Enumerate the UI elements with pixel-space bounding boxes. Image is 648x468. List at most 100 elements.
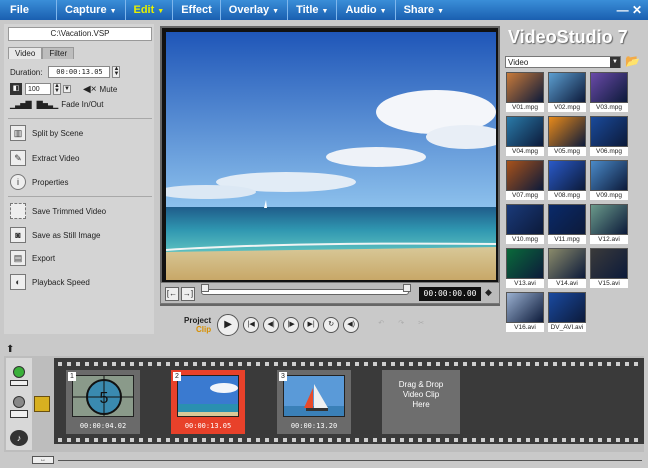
- extract-video-button[interactable]: ✎ Extract Video: [10, 150, 79, 166]
- svg-text:5: 5: [100, 390, 109, 407]
- play-button[interactable]: ▶: [217, 314, 240, 336]
- library-thumbnail[interactable]: V09.mpg: [590, 160, 628, 200]
- fade-in-icon[interactable]: ▁▃▅▇: [10, 100, 32, 109]
- library-thumbnail[interactable]: V05.mpg: [548, 116, 586, 156]
- timecode-stepper[interactable]: ◆: [485, 287, 492, 298]
- storyboard-clip[interactable]: 3 00:00:13.20: [277, 370, 351, 434]
- menu-capture[interactable]: Capture ▼: [56, 0, 125, 20]
- clip-duration: 00:00:13.20: [290, 422, 338, 430]
- library-thumbnail[interactable]: V08.mpg: [548, 160, 586, 200]
- speaker-icon[interactable]: ◧: [10, 83, 22, 95]
- split-by-scene-button[interactable]: ▥ Split by Scene: [10, 125, 83, 141]
- library-thumbnail[interactable]: V12.avi: [590, 204, 628, 244]
- film-perforation: [58, 362, 642, 366]
- file-menu[interactable]: File: [0, 0, 56, 20]
- library-thumbnail[interactable]: V06.mpg: [590, 116, 628, 156]
- thumbnail-label: V12.avi: [590, 235, 628, 244]
- export-button[interactable]: ▤ Export: [10, 250, 55, 266]
- divider: [8, 118, 152, 119]
- menu-audio[interactable]: Audio ▼: [336, 0, 394, 20]
- thumbnail-label: V09.mpg: [590, 191, 628, 200]
- library-thumbnail[interactable]: V13.avi: [506, 248, 544, 288]
- library-thumbnail[interactable]: V07.mpg: [506, 160, 544, 200]
- clip-number: 3: [279, 372, 287, 381]
- save-trimmed-video-button[interactable]: Save Trimmed Video: [10, 203, 106, 219]
- volume-dropdown[interactable]: ▼: [63, 85, 71, 93]
- thumbnail-image: [590, 72, 628, 103]
- film-perforation: [58, 438, 642, 442]
- folder-icon[interactable]: 📂: [625, 54, 640, 68]
- home-button[interactable]: |◀: [243, 317, 260, 333]
- menu-overlay[interactable]: Overlay ▼: [219, 0, 287, 20]
- chevron-down-icon: ▼: [157, 8, 165, 15]
- mark-in-button[interactable]: [←: [165, 287, 179, 301]
- previous-frame-button[interactable]: ◀|: [263, 317, 280, 333]
- thumbnail-image: [590, 116, 628, 147]
- clip-label: Clip: [196, 325, 212, 334]
- clip-thumbnail: [283, 375, 345, 417]
- volume-field[interactable]: 100: [25, 83, 51, 95]
- duration-field[interactable]: 00:00:13.05: [48, 66, 111, 78]
- library-thumbnail[interactable]: V14.avi: [548, 248, 586, 288]
- clip-number: 1: [68, 372, 76, 381]
- menu-share[interactable]: Share ▼: [394, 0, 453, 20]
- end-button[interactable]: ▶|: [303, 317, 320, 333]
- zoom-to-fit-button[interactable]: ↔: [32, 456, 54, 464]
- drop-zone[interactable]: Drag & Drop Video Clip Here: [382, 370, 460, 434]
- duration-stepper[interactable]: ▲ ▼: [112, 66, 121, 78]
- library-thumbnail[interactable]: V10.mpg: [506, 204, 544, 244]
- beach-thumbnail-image: [178, 376, 238, 416]
- volume-stepper[interactable]: ▲ ▼: [53, 83, 61, 95]
- repeat-button[interactable]: ↻: [323, 317, 340, 333]
- library-thumbnail[interactable]: V15.avi: [590, 248, 628, 288]
- end-trim-handle[interactable]: [403, 284, 411, 292]
- scissors-button[interactable]: ✂: [413, 317, 429, 333]
- preview-window: [160, 26, 500, 306]
- library-category-select[interactable]: Video ▼: [505, 56, 621, 68]
- save-still-image-button[interactable]: ◙ Save as Still Image: [10, 227, 100, 243]
- mute-icon[interactable]: ◀×: [83, 84, 97, 95]
- timeline-icon: [10, 410, 28, 418]
- arrow-up-icon[interactable]: ⬆: [6, 344, 18, 356]
- playback-speed-label: Playback Speed: [32, 277, 90, 287]
- window-controls[interactable]: — ✕: [617, 0, 642, 20]
- library-thumbnail[interactable]: V03.mpg: [590, 72, 628, 112]
- volume-row: ◧ 100 ▲ ▼ ▼ ◀× Mute: [10, 83, 117, 95]
- project-clip-toggle[interactable]: Project Clip: [184, 316, 211, 334]
- chevron-down-icon: ▼: [321, 8, 329, 15]
- thumbnail-label: V10.mpg: [506, 235, 544, 244]
- audio-view-button[interactable]: ♪: [10, 430, 28, 446]
- preview-timecode[interactable]: 00:00:00.00: [419, 287, 481, 301]
- fade-out-icon[interactable]: ▇▅▃▁: [37, 100, 59, 109]
- storyboard-clip-selected[interactable]: 2 00:00:13.05: [171, 370, 245, 434]
- duration-label: Duration:: [10, 67, 43, 77]
- timeline-mode-button[interactable]: [13, 396, 25, 408]
- scrub-track[interactable]: [201, 289, 409, 295]
- timeline-scrollbar[interactable]: [58, 460, 642, 461]
- redo-button[interactable]: ↷: [393, 317, 409, 333]
- library-thumbnail[interactable]: V11.mpg: [548, 204, 586, 244]
- menu-edit[interactable]: Edit ▼: [124, 0, 173, 20]
- volume-button[interactable]: ◀): [343, 317, 360, 333]
- library-thumbnail[interactable]: V16.avi: [506, 292, 544, 332]
- library-thumbnail[interactable]: DV_AVI.avi: [548, 292, 586, 332]
- menu-effect[interactable]: Effect: [172, 0, 220, 20]
- next-frame-button[interactable]: |▶: [283, 317, 300, 333]
- library-thumbnail[interactable]: V02.mpg: [548, 72, 586, 112]
- mark-out-button[interactable]: →]: [181, 287, 195, 301]
- undo-button[interactable]: ↶: [373, 317, 389, 333]
- storyboard-clip[interactable]: 5 1 00:00:04.02: [66, 370, 140, 434]
- tab-filter[interactable]: Filter: [42, 47, 75, 59]
- library-thumbnail[interactable]: V01.mpg: [506, 72, 544, 112]
- thumbnail-image: [548, 72, 586, 103]
- thumbnail-label: V04.mpg: [506, 147, 544, 156]
- properties-button[interactable]: i Properties: [10, 174, 68, 190]
- menu-title[interactable]: Title ▼: [287, 0, 336, 20]
- thumbnail-label: DV_AVI.avi: [548, 323, 586, 332]
- library-thumbnail[interactable]: V04.mpg: [506, 116, 544, 156]
- tab-video[interactable]: Video: [8, 47, 43, 59]
- start-trim-handle[interactable]: [201, 284, 209, 292]
- thumbnail-image: [548, 204, 586, 235]
- storyboard-mode-button[interactable]: [13, 366, 25, 378]
- playback-speed-button[interactable]: ◐ Playback Speed: [10, 274, 90, 290]
